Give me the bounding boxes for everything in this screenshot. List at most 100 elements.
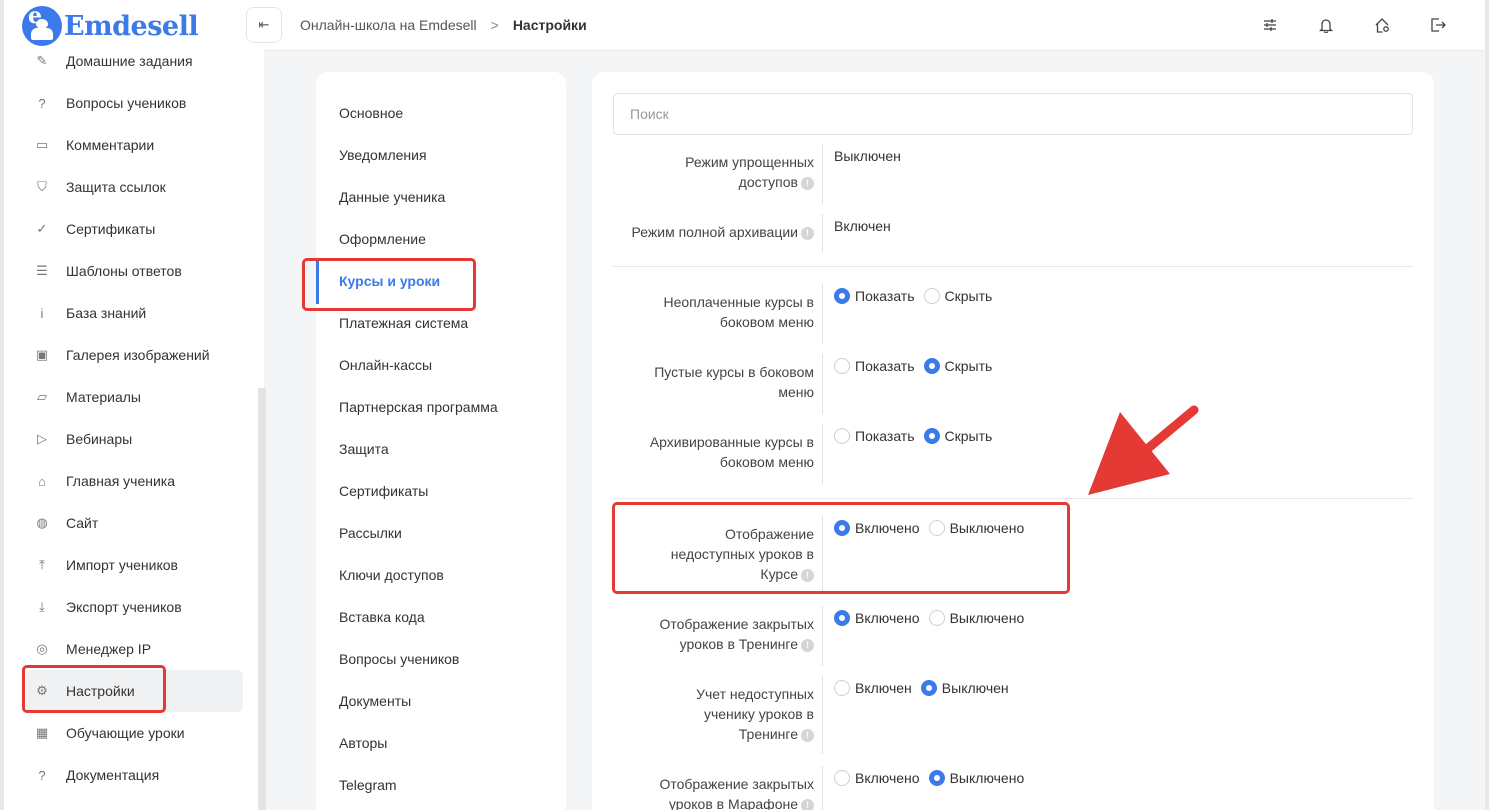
sidebar-item-label: Вопросы учеников xyxy=(66,95,187,111)
radio-option[interactable]: Включен xyxy=(834,680,912,696)
row-divider xyxy=(822,424,823,484)
info-icon[interactable]: ! xyxy=(801,729,814,742)
sidebar-item[interactable]: ▭ Комментарии xyxy=(26,124,243,166)
radio-button[interactable] xyxy=(834,680,850,696)
sidebar-item[interactable]: ☰ Шаблоны ответов xyxy=(26,250,243,292)
sidebar-scrollbar[interactable] xyxy=(258,388,266,810)
info-icon[interactable]: ! xyxy=(801,227,814,240)
radio-button[interactable] xyxy=(928,610,945,626)
sidebar-item[interactable]: ▦ Обучающие уроки xyxy=(26,712,243,754)
radio-option[interactable]: Скрыть xyxy=(923,358,992,374)
settings-menu-item[interactable]: Данные ученика xyxy=(339,189,445,205)
question-circle-icon: ? xyxy=(38,95,46,111)
setting-label-line: Режим упрощенных xyxy=(685,154,814,170)
radio-button[interactable] xyxy=(923,288,940,304)
radio-button[interactable] xyxy=(928,770,945,786)
settings-menu-item[interactable]: Сертификаты xyxy=(339,483,428,499)
settings-menu-item[interactable]: Telegram xyxy=(339,777,397,793)
radio-button[interactable] xyxy=(834,428,850,444)
sidebar-item-label: Экспорт учеников xyxy=(66,599,182,615)
radio-option[interactable]: Скрыть xyxy=(923,428,993,444)
setting-label-line: уроков в Тренинге! xyxy=(659,634,814,654)
settings-menu-item[interactable]: Вопросы учеников xyxy=(339,651,459,667)
sidebar-item-label: Сайт xyxy=(66,515,99,531)
setting-label-line: Тренинге! xyxy=(696,724,814,744)
info-circle-icon: i xyxy=(40,305,44,321)
bell-icon[interactable] xyxy=(1317,16,1335,34)
settings-menu-item[interactable]: Документы xyxy=(339,693,411,709)
radio-option[interactable]: Показать xyxy=(834,428,915,444)
radio-button[interactable] xyxy=(923,428,940,444)
radio-button[interactable] xyxy=(920,680,937,696)
sidebar-item[interactable]: ✎ Домашние задания xyxy=(26,40,243,82)
sidebar-item[interactable]: ⌂ Главная ученика xyxy=(26,460,243,502)
radio-button[interactable] xyxy=(923,358,940,374)
annotation-arrow-icon xyxy=(1088,405,1199,495)
info-icon[interactable]: ! xyxy=(801,799,814,810)
info-icon[interactable]: ! xyxy=(801,177,814,190)
sidebar-item-label: Защита ссылок xyxy=(66,179,166,195)
radio-option[interactable]: Включено xyxy=(834,610,920,626)
sidebar-item[interactable]: ⛉ Защита ссылок xyxy=(26,166,243,208)
sidebar-item[interactable]: ▱ Материалы xyxy=(26,376,243,418)
settings-menu-item[interactable]: Вставка кода xyxy=(339,609,425,625)
sidebar-item-label: База знаний xyxy=(66,305,147,321)
settings-menu-item[interactable]: Ключи доступов xyxy=(339,567,444,583)
radio-option[interactable]: Выключено xyxy=(928,610,1024,626)
radio-group: Показать Скрыть xyxy=(834,358,1001,374)
logout-icon[interactable] xyxy=(1429,16,1447,34)
radio-label: Включено xyxy=(855,610,920,626)
settings-menu-item[interactable]: Защита xyxy=(339,441,389,457)
setting-label: Архивированные курсы в боковом меню xyxy=(650,432,814,472)
breadcrumb-root[interactable]: Онлайн-школа на Emdesell xyxy=(300,17,477,33)
radio-option[interactable]: Показать xyxy=(834,288,915,304)
sidebar-item[interactable]: ? Документация xyxy=(26,754,243,796)
settings-menu-item[interactable]: Авторы xyxy=(339,735,387,751)
home-settings-icon[interactable] xyxy=(1373,16,1391,34)
info-icon[interactable]: ! xyxy=(801,639,814,652)
sidebar-item-label: Галерея изображений xyxy=(66,347,210,363)
sidebar-item-label: Документация xyxy=(66,767,160,783)
setting-label: Отображение закрытых уроков в Марафоне! xyxy=(659,774,814,810)
sliders-icon[interactable] xyxy=(1261,16,1279,34)
sidebar-item[interactable]: ▷ Вебинары xyxy=(26,418,243,460)
window-edge xyxy=(1485,0,1489,810)
sidebar-item[interactable]: ⤒ Импорт учеников xyxy=(26,544,243,586)
breadcrumb-separator: > xyxy=(490,17,499,33)
sidebar-item[interactable]: ✓ Сертификаты xyxy=(26,208,243,250)
setting-label: Режим полной архивации! xyxy=(632,222,814,242)
settings-menu-item[interactable]: Партнерская программа xyxy=(339,399,498,415)
sidebar-item[interactable]: i База знаний xyxy=(26,292,243,334)
collapse-icon: ⇤ xyxy=(258,17,270,32)
settings-menu-item[interactable]: Уведомления xyxy=(339,147,427,163)
row-divider xyxy=(822,606,823,666)
setting-label-line: Режим полной архивации! xyxy=(632,222,814,242)
setting-label-line: Отображение закрытых xyxy=(659,616,814,632)
radio-button[interactable] xyxy=(834,358,850,374)
settings-menu-item[interactable]: Оформление xyxy=(339,231,426,247)
radio-option[interactable]: Включено xyxy=(834,770,920,786)
search-input[interactable] xyxy=(613,93,1413,135)
settings-menu-item[interactable]: Онлайн-кассы xyxy=(339,357,432,373)
setting-label-line: меню xyxy=(778,384,814,400)
radio-option[interactable]: Выключено xyxy=(928,770,1024,786)
settings-menu-item[interactable]: Рассылки xyxy=(339,525,402,541)
radio-option[interactable]: Показать xyxy=(834,358,915,374)
collapse-sidebar-button[interactable]: ⇤ xyxy=(246,7,282,43)
radio-button[interactable] xyxy=(834,288,850,304)
radio-button[interactable] xyxy=(834,770,850,786)
radio-option[interactable]: Скрыть xyxy=(923,288,992,304)
settings-menu-item[interactable]: Основное xyxy=(339,105,403,121)
sidebar-item[interactable]: ◍ Сайт xyxy=(26,502,243,544)
radio-option[interactable]: Выключен xyxy=(920,680,1009,696)
radio-label: Скрыть xyxy=(944,428,993,444)
sidebar-item[interactable]: ⤓ Экспорт учеников xyxy=(26,586,243,628)
sidebar-item[interactable]: ◎ Менеджер IP xyxy=(26,628,243,670)
settings-menu-item[interactable]: Платежная система xyxy=(339,315,468,331)
setting-label-line: Архивированные курсы в xyxy=(649,434,814,450)
radio-button[interactable] xyxy=(834,610,850,626)
sidebar-item[interactable]: ? Вопросы учеников xyxy=(26,82,243,124)
setting-label-line: доступов! xyxy=(685,172,814,192)
radio-label: Включено xyxy=(855,770,920,786)
sidebar-item[interactable]: ▣ Галерея изображений xyxy=(26,334,243,376)
